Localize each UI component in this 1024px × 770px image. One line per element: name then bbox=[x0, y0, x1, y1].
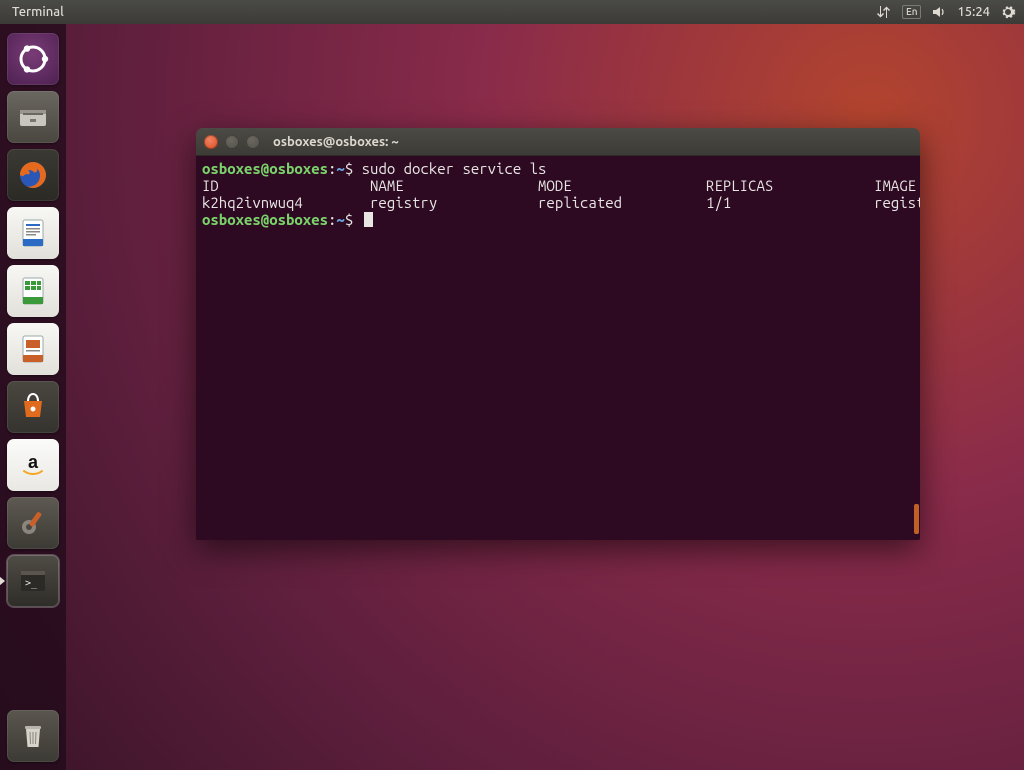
launcher-settings[interactable] bbox=[7, 497, 59, 549]
launcher-calc[interactable] bbox=[7, 265, 59, 317]
network-icon[interactable] bbox=[876, 4, 892, 20]
unity-launcher: a >_ bbox=[0, 24, 66, 770]
terminal-scrollbar[interactable] bbox=[914, 504, 919, 534]
svg-text:a: a bbox=[28, 452, 39, 472]
amazon-icon: a bbox=[15, 447, 51, 483]
col-mode: MODE bbox=[538, 177, 572, 194]
terminal-icon: >_ bbox=[15, 563, 51, 599]
row-id: k2hq2ivnwuq4 bbox=[202, 194, 303, 211]
launcher-firefox[interactable] bbox=[7, 149, 59, 201]
clock[interactable]: 15:24 bbox=[957, 5, 990, 19]
window-titlebar[interactable]: osboxes@osboxes: ~ bbox=[196, 128, 920, 156]
keyboard-layout-indicator[interactable]: En bbox=[902, 5, 922, 19]
terminal-window[interactable]: osboxes@osboxes: ~ osboxes@osboxes:~$ su… bbox=[196, 128, 920, 540]
prompt-userhost: osboxes@osboxes bbox=[202, 211, 328, 228]
launcher-software[interactable] bbox=[7, 381, 59, 433]
launcher-trash[interactable] bbox=[7, 710, 59, 762]
launcher-impress[interactable] bbox=[7, 323, 59, 375]
row-mode: replicated bbox=[538, 194, 622, 211]
window-close-button[interactable] bbox=[204, 135, 218, 149]
window-minimize-button[interactable] bbox=[225, 135, 239, 149]
trash-icon bbox=[15, 718, 51, 754]
prompt-path: ~ bbox=[336, 211, 344, 228]
row-replicas: 1/1 bbox=[706, 194, 731, 211]
row-image: registry:2 bbox=[874, 194, 920, 211]
session-gear-icon[interactable] bbox=[1000, 4, 1016, 20]
impress-icon bbox=[15, 331, 51, 367]
col-replicas: REPLICAS bbox=[706, 177, 773, 194]
sound-icon[interactable] bbox=[931, 4, 947, 20]
shopping-bag-icon bbox=[15, 389, 51, 425]
firefox-icon bbox=[15, 157, 51, 193]
launcher-amazon[interactable]: a bbox=[7, 439, 59, 491]
terminal-cursor bbox=[364, 212, 373, 227]
window-maximize-button[interactable] bbox=[246, 135, 260, 149]
top-menubar: Terminal En 15:24 bbox=[0, 0, 1024, 24]
terminal-body[interactable]: osboxes@osboxes:~$ sudo docker service l… bbox=[196, 156, 920, 540]
gear-wrench-icon bbox=[15, 505, 51, 541]
window-title: osboxes@osboxes: ~ bbox=[273, 135, 399, 149]
col-id: ID bbox=[202, 177, 219, 194]
launcher-terminal[interactable]: >_ bbox=[7, 555, 59, 607]
col-image: IMAGE bbox=[874, 177, 916, 194]
calc-icon bbox=[15, 273, 51, 309]
command-text: sudo docker service ls bbox=[362, 160, 547, 177]
launcher-files[interactable] bbox=[7, 91, 59, 143]
launcher-writer[interactable] bbox=[7, 207, 59, 259]
writer-icon bbox=[15, 215, 51, 251]
svg-text:>_: >_ bbox=[25, 578, 38, 589]
file-manager-icon bbox=[15, 99, 51, 135]
ubuntu-logo-icon bbox=[15, 41, 51, 77]
active-app-title: Terminal bbox=[12, 5, 64, 19]
row-name: registry bbox=[370, 194, 437, 211]
prompt-path: ~ bbox=[336, 160, 344, 177]
prompt-userhost: osboxes@osboxes bbox=[202, 160, 328, 177]
col-name: NAME bbox=[370, 177, 404, 194]
launcher-dash[interactable] bbox=[7, 33, 59, 85]
